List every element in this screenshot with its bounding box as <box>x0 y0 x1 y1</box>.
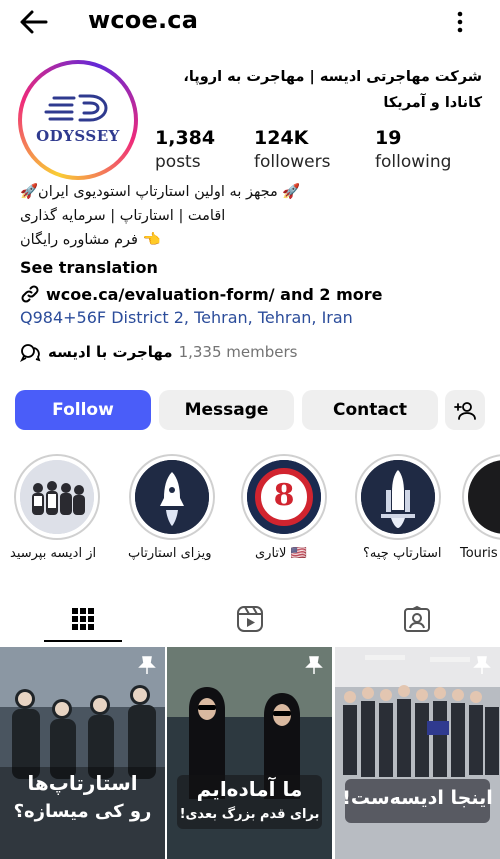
channel-members: 1,335 members <box>178 343 298 361</box>
top-bar: wcoe.ca <box>0 0 500 44</box>
reels-icon <box>237 606 263 632</box>
pin-icon <box>473 656 491 674</box>
pin-icon <box>138 656 156 674</box>
profile-tabs <box>0 596 500 642</box>
post-caption: استارتاپ‌ها <box>27 771 138 795</box>
post-thumbnail[interactable]: ما آماده‌ایم برای قدم بزرگ بعدی! <box>167 647 332 859</box>
odyssey-logo-icon <box>44 94 108 122</box>
highlight-label: از ادیسه بپرسید <box>10 546 97 561</box>
tab-tagged[interactable] <box>334 596 500 642</box>
post-image <box>167 647 332 859</box>
broadcast-channel[interactable]: مهاجرت با ادیسه 1,335 members <box>20 342 297 362</box>
profile-username: wcoe.ca <box>88 6 199 34</box>
contact-button[interactable]: Contact <box>302 390 438 430</box>
profile-avatar[interactable]: ODYSSEY <box>18 60 138 180</box>
bio-line: اقامت | استارتاپ | سرمایه گذاری <box>20 208 226 224</box>
highlight-item[interactable]: ویزای استارتاپ <box>125 454 219 561</box>
grid-icon <box>72 608 94 630</box>
back-arrow-icon[interactable] <box>18 8 50 36</box>
rocket-icon <box>135 460 209 534</box>
post-image <box>335 647 500 859</box>
post-caption: رو کی میسازه؟ <box>13 801 152 822</box>
tagged-icon <box>404 605 430 632</box>
post-thumbnail[interactable]: اینجا ادیسه‌ست! <box>335 647 500 859</box>
lottery-badge-number: 8 <box>273 478 295 513</box>
followers-count[interactable]: 124K followers <box>254 126 330 174</box>
posts-count[interactable]: 1,384 posts <box>155 126 215 174</box>
bio: 🚀 مجهز به اولین استارتاپ استودیوی ایران🚀… <box>20 180 340 252</box>
post-caption: ما آماده‌ایم <box>196 777 303 801</box>
pin-icon <box>305 656 323 674</box>
post-image <box>0 647 165 859</box>
post-caption: اینجا ادیسه‌ست! <box>342 787 493 809</box>
logo-wordmark: ODYSSEY <box>36 127 120 145</box>
tab-posts[interactable] <box>0 596 166 642</box>
channel-name: مهاجرت با ادیسه <box>48 343 173 361</box>
follow-button[interactable]: Follow <box>15 390 151 430</box>
add-person-icon <box>454 402 476 420</box>
highlight-label: Touris <box>460 546 498 561</box>
highlight-label: لاتاری 🇺🇸 <box>255 546 307 561</box>
highlight-item[interactable]: از ادیسه بپرسید <box>10 454 104 561</box>
post-caption: برای قدم بزرگ بعدی! <box>179 807 320 822</box>
highlight-item[interactable]: 8 لاتاری 🇺🇸 <box>237 454 331 561</box>
highlight-item[interactable]: Touris <box>460 454 500 561</box>
see-translation-link[interactable]: See translation <box>20 258 158 277</box>
profile-full-name: شرکت مهاجرتی ادیسه | مهاجرت به اروپا، کا… <box>183 69 482 111</box>
highlight-item[interactable]: استارتاپ چیه؟ <box>351 454 445 561</box>
link-icon <box>21 285 39 303</box>
location-address[interactable]: Q984+56F District 2, Tehran, Tehran, Ira… <box>20 308 353 327</box>
team-photo-icon <box>20 460 94 534</box>
space-shuttle-icon <box>361 460 435 534</box>
active-tab-indicator <box>44 640 122 642</box>
bio-link[interactable]: wcoe.ca/evaluation-form/ and 2 more <box>20 284 382 304</box>
more-options-icon[interactable] <box>450 8 470 36</box>
highlight-label: ویزای استارتاپ <box>128 546 212 561</box>
following-count[interactable]: 19 following <box>375 126 451 174</box>
channel-icon <box>20 344 41 362</box>
bio-line: 🚀 مجهز به اولین استارتاپ استودیوی ایران🚀 <box>20 184 301 200</box>
bio-line[interactable]: 👈 فرم مشاوره رایگان <box>20 228 340 252</box>
suggest-people-button[interactable] <box>445 390 485 430</box>
highlight-label: استارتاپ چیه؟ <box>363 546 442 561</box>
message-button[interactable]: Message <box>159 390 294 430</box>
tab-reels[interactable] <box>167 596 333 642</box>
post-thumbnail[interactable]: استارتاپ‌ها رو کی میسازه؟ <box>0 647 165 859</box>
